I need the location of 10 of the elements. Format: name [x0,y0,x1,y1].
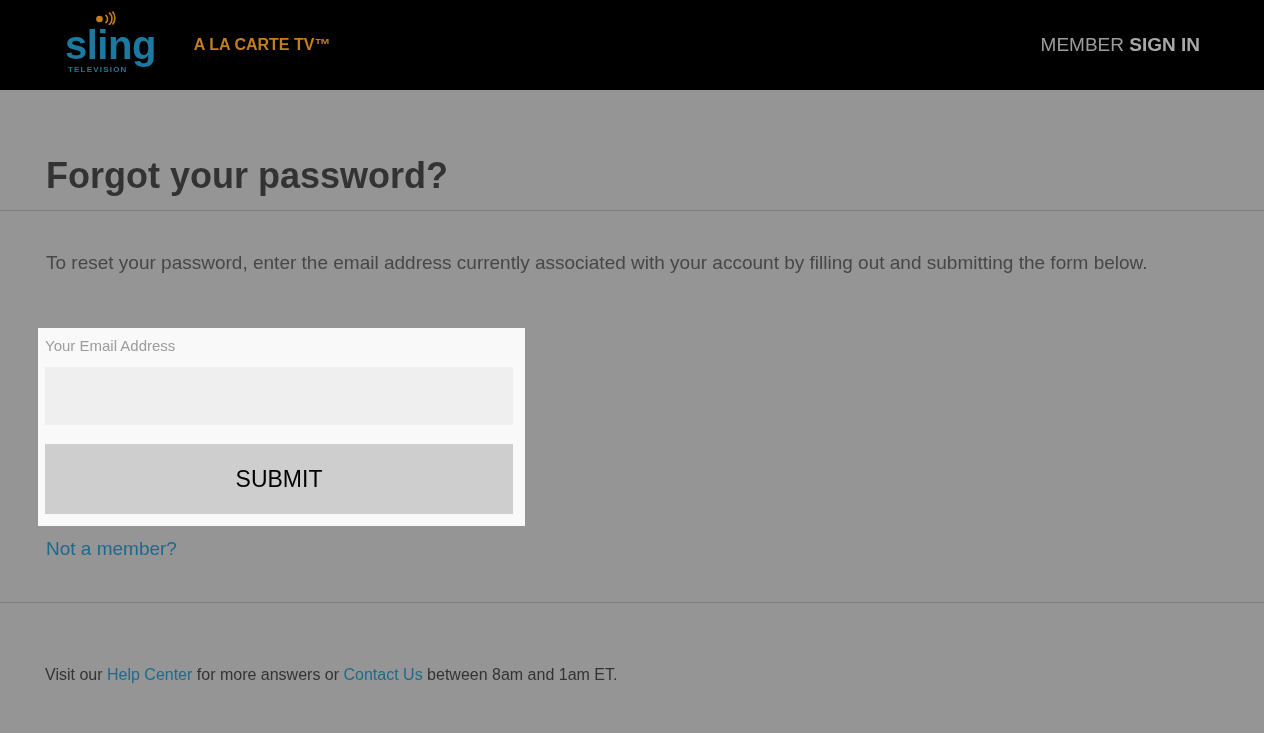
header-tagline: A LA CARTE TV™ [193,36,331,54]
instructions-text: To reset your password, enter the email address currently associated with your account by filling out and submitting the form below. [46,252,1148,274]
email-label: Your Email Address [45,337,176,355]
page-title: Forgot your password? [46,155,448,196]
submit-button[interactable]: SUBMIT [45,444,513,514]
logo-wordmark[interactable]: sling [65,24,156,65]
sign-in-link[interactable]: MEMBER SIGN IN [1040,34,1200,56]
broadcast-icon [96,10,116,25]
footer-help-text: Visit our Help Center for more answers or Contact Us between 8am and 1am ET. [45,665,618,684]
logo-subtitle: TELEVISION [68,64,128,74]
